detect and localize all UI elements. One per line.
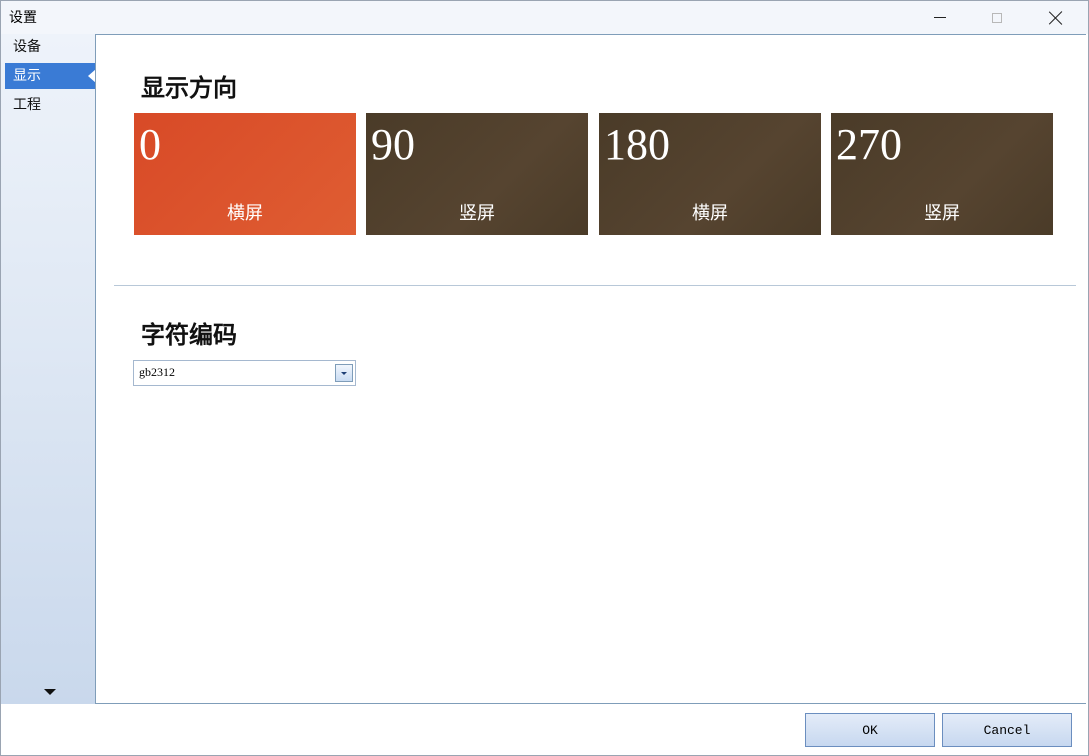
orientation-section-title: 显示方向 bbox=[141, 74, 237, 102]
cancel-button[interactable]: Cancel bbox=[942, 713, 1072, 747]
sidebar: 设备 显示 工程 bbox=[1, 34, 96, 704]
maximize-button[interactable] bbox=[968, 1, 1026, 34]
tile-label: 竖屏 bbox=[459, 203, 495, 224]
encoding-section-title: 字符编码 bbox=[141, 321, 237, 349]
orientation-tile-270[interactable]: 270 竖屏 bbox=[831, 113, 1053, 235]
orientation-tile-90[interactable]: 90 竖屏 bbox=[366, 113, 588, 235]
maximize-icon bbox=[992, 12, 1002, 23]
orientation-tile-180[interactable]: 180 横屏 bbox=[599, 113, 821, 235]
title-bar: 设置 bbox=[1, 1, 1088, 34]
tile-angle: 0 bbox=[139, 120, 161, 169]
section-divider bbox=[114, 285, 1076, 286]
sidebar-item-device[interactable]: 设备 bbox=[5, 34, 95, 60]
orientation-tile-0[interactable]: 0 横屏 bbox=[134, 113, 356, 235]
tile-label: 竖屏 bbox=[924, 203, 960, 224]
encoding-select-value: gb2312 bbox=[139, 365, 175, 379]
sidebar-item-label: 设备 bbox=[13, 39, 41, 55]
tile-angle: 90 bbox=[371, 120, 415, 169]
dropdown-button[interactable] bbox=[335, 364, 353, 382]
tile-label: 横屏 bbox=[692, 203, 728, 224]
settings-panel: 显示方向 0 横屏 90 竖屏 180 横屏 270 竖屏 字符编码 gb231… bbox=[95, 34, 1086, 704]
close-button[interactable] bbox=[1027, 1, 1085, 34]
chevron-down-icon bbox=[341, 371, 347, 375]
sidebar-item-display[interactable]: 显示 bbox=[5, 63, 96, 89]
ok-button[interactable]: OK bbox=[805, 713, 935, 747]
sidebar-item-label: 工程 bbox=[13, 97, 41, 113]
window-title: 设置 bbox=[9, 10, 37, 26]
encoding-select[interactable]: gb2312 bbox=[133, 360, 356, 386]
footer: OK Cancel bbox=[1, 704, 1088, 755]
settings-window: 设置 设备 显示 工程 显示方向 0 横屏 90 竖屏 180 横屏 270 竖… bbox=[0, 0, 1089, 756]
scroll-down-icon[interactable] bbox=[44, 689, 56, 695]
sidebar-item-label: 显示 bbox=[13, 68, 41, 84]
close-icon bbox=[1049, 11, 1063, 25]
sidebar-item-project[interactable]: 工程 bbox=[5, 92, 95, 118]
tile-label: 横屏 bbox=[227, 203, 263, 224]
minimize-icon bbox=[934, 17, 946, 18]
tile-angle: 270 bbox=[836, 120, 902, 169]
tile-angle: 180 bbox=[604, 120, 670, 169]
minimize-button[interactable] bbox=[911, 1, 969, 34]
